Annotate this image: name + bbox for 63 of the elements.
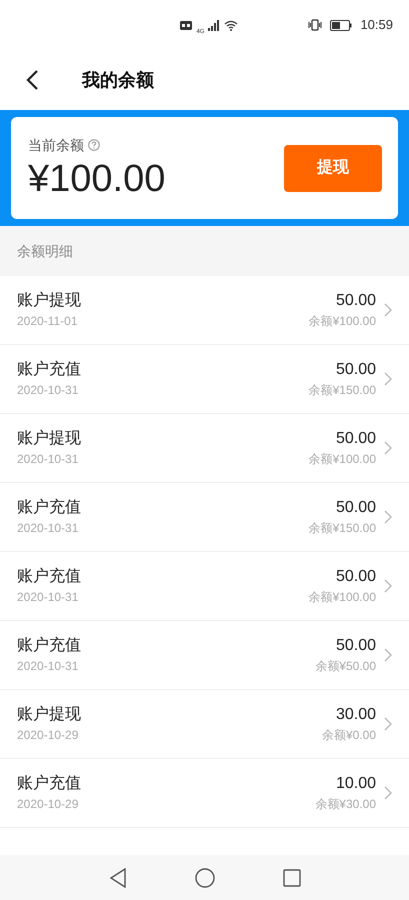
- chevron-icon: [384, 441, 392, 455]
- chevron-icon: [384, 510, 392, 524]
- transaction-date: 2020-10-29: [17, 727, 80, 744]
- vibrate-icon: [308, 19, 322, 31]
- chevron-icon: [384, 303, 392, 317]
- status-time: 10:59: [360, 16, 393, 34]
- balance-after: 余额¥150.00: [308, 382, 376, 399]
- transaction-amount: 50.00: [336, 636, 376, 656]
- hd-icon: [180, 20, 192, 30]
- transaction-title: 账户充值: [17, 636, 82, 656]
- transaction-date: 2020-10-31: [17, 589, 80, 606]
- chevron-icon: [384, 786, 392, 800]
- transaction-date: 2020-10-31: [17, 382, 80, 399]
- transaction-row[interactable]: 账户充值 2020-10-31 50.00 余额¥100.00: [0, 552, 409, 621]
- transaction-title: 账户充值: [17, 360, 82, 380]
- balance-after: 余额¥100.00: [308, 313, 376, 330]
- balance-after: 余额¥100.00: [308, 589, 376, 606]
- transaction-row[interactable]: 账户充值 2020-10-29 10.00 余额¥30.00: [0, 759, 409, 828]
- balance-label: 当前余额: [28, 136, 84, 154]
- transaction-amount: 50.00: [336, 360, 376, 380]
- transaction-row[interactable]: 账户充值 2020-10-31 50.00 余额¥150.00: [0, 345, 409, 414]
- chevron-icon: [384, 648, 392, 662]
- balance-after: 余额¥30.00: [315, 796, 376, 813]
- transaction-title: 账户充值: [17, 774, 82, 794]
- balance-after: 余额¥50.00: [315, 658, 376, 675]
- help-icon[interactable]: [88, 139, 100, 151]
- chevron-icon: [384, 717, 392, 731]
- chevron-icon: [384, 372, 392, 386]
- transaction-amount: 50.00: [336, 567, 376, 587]
- signal-icon: [208, 20, 220, 30]
- back-icon[interactable]: [108, 868, 126, 888]
- recent-apps-icon[interactable]: [282, 868, 300, 886]
- back-icon: [25, 69, 39, 91]
- transaction-title: 账户提现: [17, 704, 82, 725]
- transaction-title: 账户提现: [17, 290, 82, 311]
- transaction-title: 账户提现: [17, 428, 82, 449]
- transaction-row[interactable]: 账户提现 2020-10-31 50.00 余额¥100.00: [0, 414, 409, 483]
- transaction-title: 账户充值: [17, 566, 82, 587]
- home-icon[interactable]: [194, 868, 214, 888]
- section-title: 余额明细: [17, 242, 73, 260]
- transaction-amount: 50.00: [336, 498, 376, 518]
- transaction-row[interactable]: 账户充值 2020-10-31 50.00 余额¥150.00: [0, 483, 409, 552]
- transaction-row[interactable]: 账户提现 2020-11-01 50.00 余额¥100.00: [0, 276, 409, 345]
- transaction-date: 2020-10-29: [17, 796, 80, 813]
- transaction-amount: 50.00: [336, 291, 376, 311]
- battery-icon: [330, 20, 352, 30]
- wifi-icon: [224, 20, 238, 30]
- transaction-date: 2020-10-31: [17, 451, 80, 468]
- transaction-row[interactable]: 账户充值 2020-10-31 50.00 余额¥50.00: [0, 621, 409, 690]
- chevron-icon: [384, 579, 392, 593]
- transaction-amount: 50.00: [336, 429, 376, 449]
- transaction-date: 2020-10-31: [17, 658, 80, 675]
- transaction-date: 2020-11-01: [17, 313, 78, 330]
- transaction-amount: 10.00: [336, 774, 376, 794]
- balance-amount: ¥100.00: [28, 156, 166, 202]
- transaction-date: 2020-10-31: [17, 520, 80, 537]
- transaction-title: 账户充值: [17, 498, 82, 518]
- transaction-row[interactable]: 账户提现 2020-10-29 30.00 余额¥0.00: [0, 690, 409, 759]
- balance-after: 余额¥0.00: [322, 727, 376, 744]
- balance-after: 余额¥100.00: [308, 451, 376, 468]
- transaction-amount: 30.00: [336, 705, 376, 725]
- balance-after: 余额¥150.00: [308, 520, 376, 537]
- page-title: 我的余额: [82, 68, 154, 92]
